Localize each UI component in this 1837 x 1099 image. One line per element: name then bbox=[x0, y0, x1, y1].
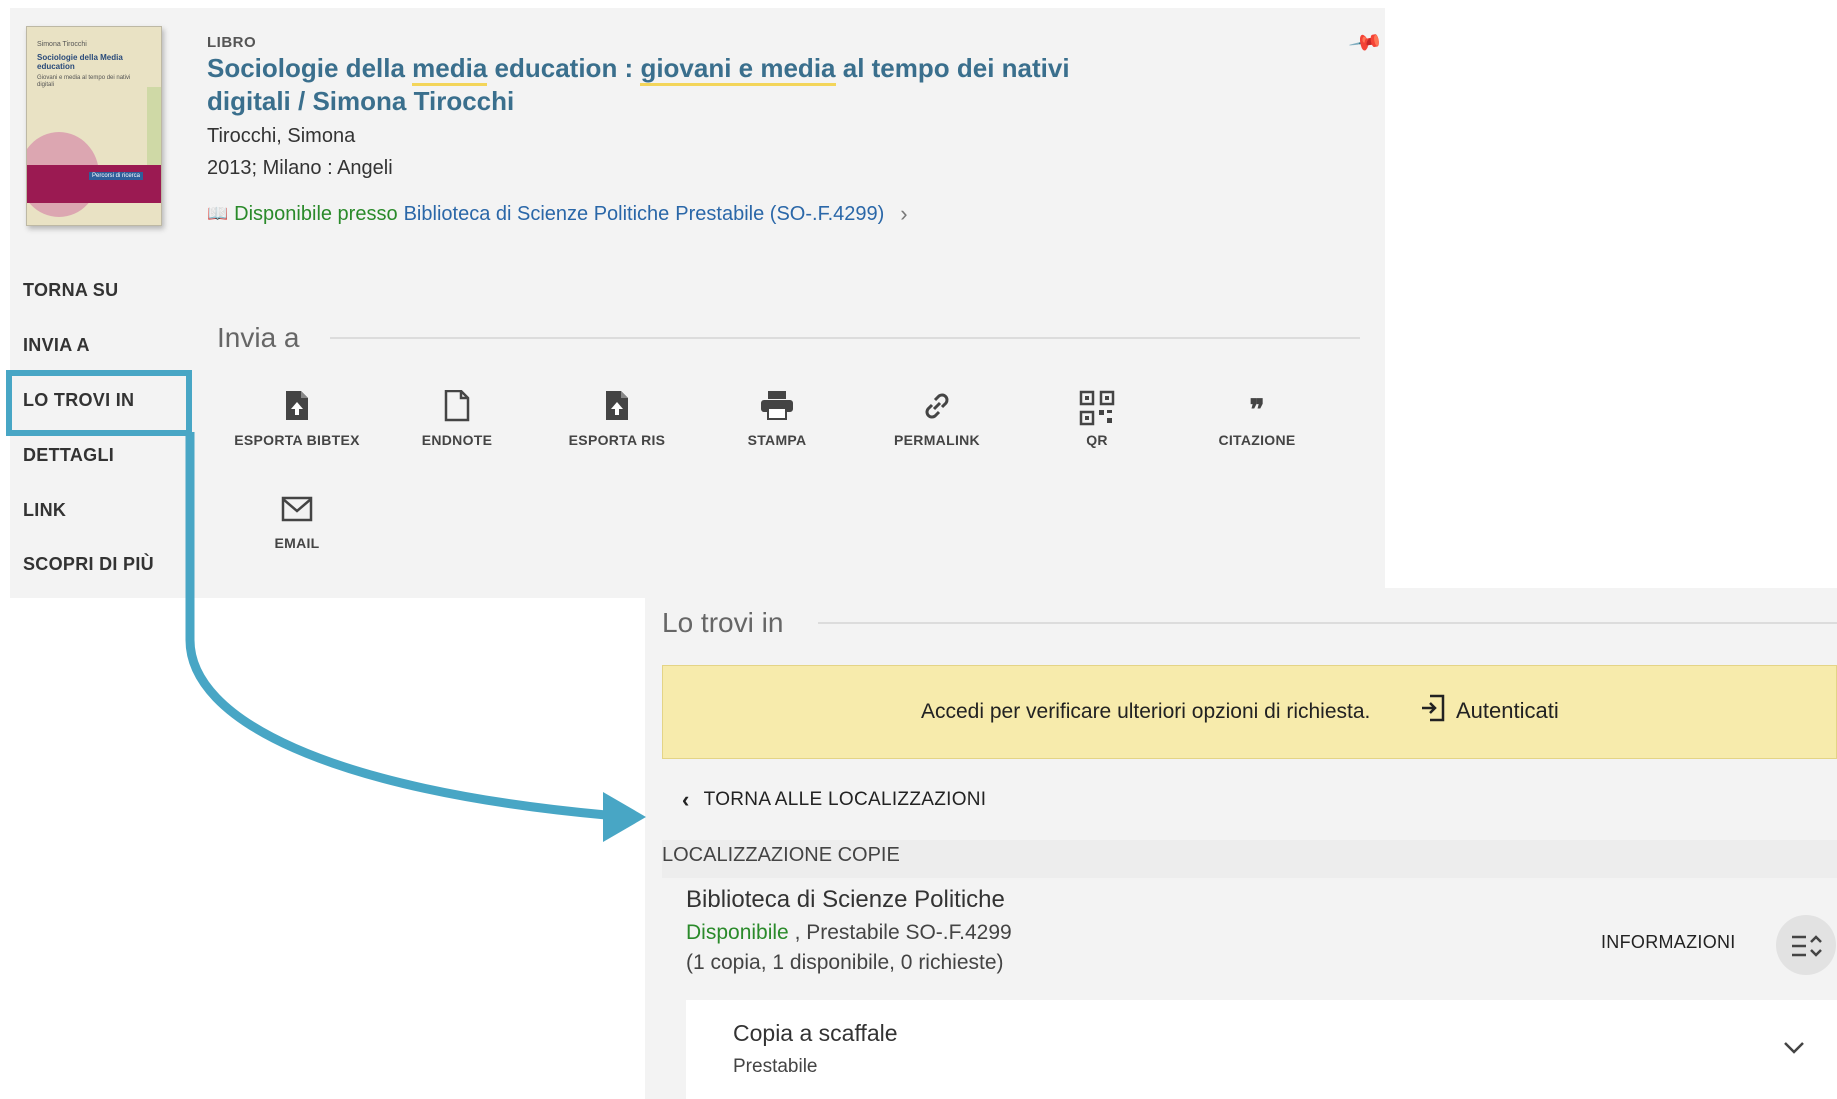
availability-location: Prestabile (SO-.F.4299) bbox=[675, 202, 885, 225]
availability-link[interactable]: 📖 Disponibile presso Biblioteca di Scien… bbox=[207, 201, 908, 227]
file-icon bbox=[392, 389, 522, 430]
export-file-icon bbox=[552, 390, 682, 430]
login-icon bbox=[1420, 694, 1446, 728]
status-available: Disponibile bbox=[686, 921, 789, 944]
tool-label: PERMALINK bbox=[894, 432, 980, 448]
tool-label: ESPORTA BIBTEX bbox=[234, 432, 360, 448]
nav-item-scopri-di-piu[interactable]: SCOPRI DI PIÙ bbox=[23, 554, 154, 575]
copies-header: LOCALIZZAZIONE COPIE bbox=[662, 840, 1837, 878]
library-name: Biblioteca di Scienze Politiche bbox=[686, 886, 1005, 913]
nav-item-torna-su[interactable]: TORNA SU bbox=[23, 280, 118, 301]
tool-label: ESPORTA RIS bbox=[568, 432, 666, 448]
qr-button[interactable]: QR bbox=[1032, 390, 1162, 451]
qr-code-icon bbox=[1032, 390, 1162, 430]
printer-icon bbox=[712, 390, 842, 430]
print-button[interactable]: STAMPA bbox=[712, 390, 842, 451]
copy-item[interactable] bbox=[686, 1000, 1837, 1099]
chevron-down-icon[interactable] bbox=[1782, 1035, 1806, 1063]
cover-subtitle: Giovani e media al tempo dei nativi digi… bbox=[37, 75, 131, 88]
signin-message: Accedi per verificare ulteriori opzioni … bbox=[921, 700, 1371, 723]
divider bbox=[330, 337, 1360, 339]
endnote-button[interactable]: ENDNOTE bbox=[392, 389, 522, 451]
cover-author: Simona Tirocchi bbox=[37, 41, 87, 48]
tool-label: CITAZIONE bbox=[1218, 432, 1296, 448]
cover-decoration bbox=[147, 87, 161, 167]
email-button[interactable]: EMAIL bbox=[232, 493, 362, 554]
active-nav-highlight bbox=[6, 370, 192, 436]
signin-button[interactable]: Autenticati bbox=[1420, 694, 1559, 728]
book-cover-image[interactable]: Simona Tirocchi Sociologie della Media e… bbox=[26, 26, 162, 226]
library-status: Disponibile , Prestabile SO-.F.4299 bbox=[686, 921, 1012, 945]
title-part: education : bbox=[487, 53, 641, 83]
nav-item-dettagli[interactable]: DETTAGLI bbox=[23, 445, 114, 466]
tool-label: STAMPA bbox=[747, 432, 807, 448]
copy-title: Copia a scaffale bbox=[733, 1020, 898, 1046]
location-title: Lo trovi in bbox=[662, 607, 784, 638]
title-highlight: media bbox=[412, 53, 488, 86]
record-type: LIBRO bbox=[207, 34, 257, 51]
back-label: TORNA ALLE LOCALIZZAZIONI bbox=[703, 789, 987, 810]
copy-status: Prestabile bbox=[733, 1056, 818, 1077]
info-label[interactable]: INFORMAZIONI bbox=[1601, 932, 1736, 953]
cover-title: Sociologie della Media education bbox=[37, 53, 123, 71]
record-author: Tirocchi, Simona bbox=[207, 125, 356, 147]
title-highlight: giovani e media bbox=[640, 53, 836, 86]
chevron-left-icon: ‹ bbox=[682, 787, 690, 812]
chevron-right-icon: › bbox=[900, 201, 908, 226]
quote-icon: ❞ bbox=[1249, 393, 1265, 426]
divider bbox=[818, 622, 1837, 624]
nav-item-invia-a[interactable]: INVIA A bbox=[23, 335, 90, 356]
cover-band bbox=[27, 165, 161, 203]
tool-label: QR bbox=[1086, 432, 1108, 448]
send-to-title: Invia a bbox=[217, 322, 300, 353]
back-to-locations-button[interactable]: ‹ TORNA ALLE LOCALIZZAZIONI bbox=[682, 787, 986, 813]
export-bibtex-button[interactable]: ESPORTA BIBTEX bbox=[232, 390, 362, 451]
link-icon bbox=[872, 390, 1002, 430]
record-publication: 2013; Milano : Angeli bbox=[207, 157, 393, 179]
info-button[interactable] bbox=[1776, 915, 1836, 975]
tool-label: EMAIL bbox=[274, 535, 320, 551]
export-ris-button[interactable]: ESPORTA RIS bbox=[552, 390, 682, 451]
list-expand-icon bbox=[1790, 931, 1822, 958]
signin-button-label: Autenticati bbox=[1456, 698, 1559, 723]
book-icon: 📖 bbox=[207, 204, 229, 223]
record-title-link[interactable]: Sociologie della media education : giova… bbox=[207, 52, 1107, 118]
title-part: Sociologie della bbox=[207, 53, 413, 83]
availability-library: Biblioteca di Scienze Politiche bbox=[403, 202, 670, 225]
copy-counts: (1 copia, 1 disponibile, 0 richieste) bbox=[686, 951, 1004, 974]
envelope-icon bbox=[232, 493, 362, 533]
citation-button[interactable]: ❞ CITAZIONE bbox=[1192, 390, 1322, 451]
permalink-button[interactable]: PERMALINK bbox=[872, 390, 1002, 451]
nav-item-link[interactable]: LINK bbox=[23, 500, 66, 521]
status-detail: , Prestabile SO-.F.4299 bbox=[788, 921, 1012, 944]
tool-label: ENDNOTE bbox=[421, 432, 493, 448]
cover-series: Percorsi di ricerca bbox=[89, 172, 144, 180]
availability-status: Disponibile presso bbox=[234, 202, 398, 225]
export-file-icon bbox=[232, 390, 362, 430]
